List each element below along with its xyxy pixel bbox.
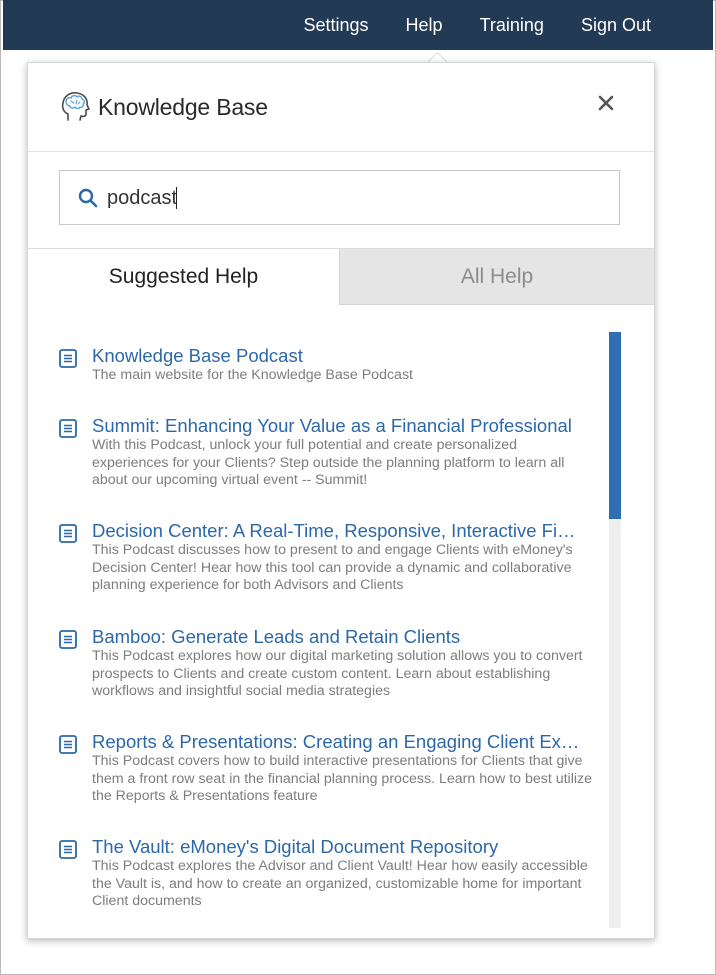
- scrollbar-thumb[interactable]: [609, 332, 621, 519]
- result-title[interactable]: Reports & Presentations: Creating an Eng…: [92, 731, 592, 753]
- result-title[interactable]: Knowledge Base Podcast: [92, 345, 592, 367]
- top-navigation-bar: Settings Help Training Sign Out: [3, 0, 713, 50]
- brain-head-icon: [61, 92, 90, 121]
- document-icon: [59, 735, 77, 754]
- result-description: This Podcast discusses how to present to…: [92, 542, 573, 593]
- search-area: [28, 152, 654, 248]
- document-icon: [59, 524, 77, 543]
- knowledge-base-panel: Knowledge Base Suggested Help All Help K…: [27, 62, 655, 939]
- results-list: Knowledge Base Podcast The main website …: [28, 305, 654, 938]
- search-input[interactable]: [107, 183, 597, 213]
- result-title[interactable]: Decision Center: A Real-Time, Responsive…: [92, 520, 592, 542]
- close-icon[interactable]: [594, 91, 618, 115]
- result-title[interactable]: The Vault: eMoney's Digital Document Rep…: [92, 836, 592, 858]
- panel-title: Knowledge Base: [98, 94, 268, 120]
- text-cursor: [176, 187, 177, 209]
- results-scrollbar[interactable]: [609, 332, 621, 928]
- top-nav-links: Settings Help Training Sign Out: [267, 0, 652, 50]
- search-box[interactable]: [59, 170, 620, 225]
- result-title[interactable]: Bamboo: Generate Leads and Retain Client…: [92, 626, 592, 648]
- document-icon: [59, 630, 77, 649]
- result-description: The main website for the Knowledge Base …: [92, 367, 413, 383]
- tab-all-help[interactable]: All Help: [339, 249, 654, 305]
- result-description: This Podcast covers how to build interac…: [92, 753, 592, 804]
- document-icon: [59, 419, 77, 438]
- tab-suggested-help[interactable]: Suggested Help: [28, 249, 339, 305]
- result-description: With this Podcast, unlock your full pote…: [92, 437, 565, 488]
- result-description: This Podcast explores how our digital ma…: [92, 648, 583, 699]
- help-tabs: Suggested Help All Help: [28, 248, 654, 305]
- result-description: This Podcast explores the Advisor and Cl…: [92, 858, 588, 909]
- document-icon: [59, 349, 77, 368]
- nav-settings-link[interactable]: Settings: [304, 15, 369, 36]
- nav-training-link[interactable]: Training: [480, 15, 544, 36]
- panel-header: Knowledge Base: [28, 63, 654, 152]
- search-icon: [78, 188, 98, 208]
- nav-sign-out-link[interactable]: Sign Out: [581, 15, 651, 36]
- document-icon: [59, 840, 77, 859]
- nav-help-link[interactable]: Help: [406, 15, 443, 36]
- result-title[interactable]: Summit: Enhancing Your Value as a Financ…: [92, 415, 592, 437]
